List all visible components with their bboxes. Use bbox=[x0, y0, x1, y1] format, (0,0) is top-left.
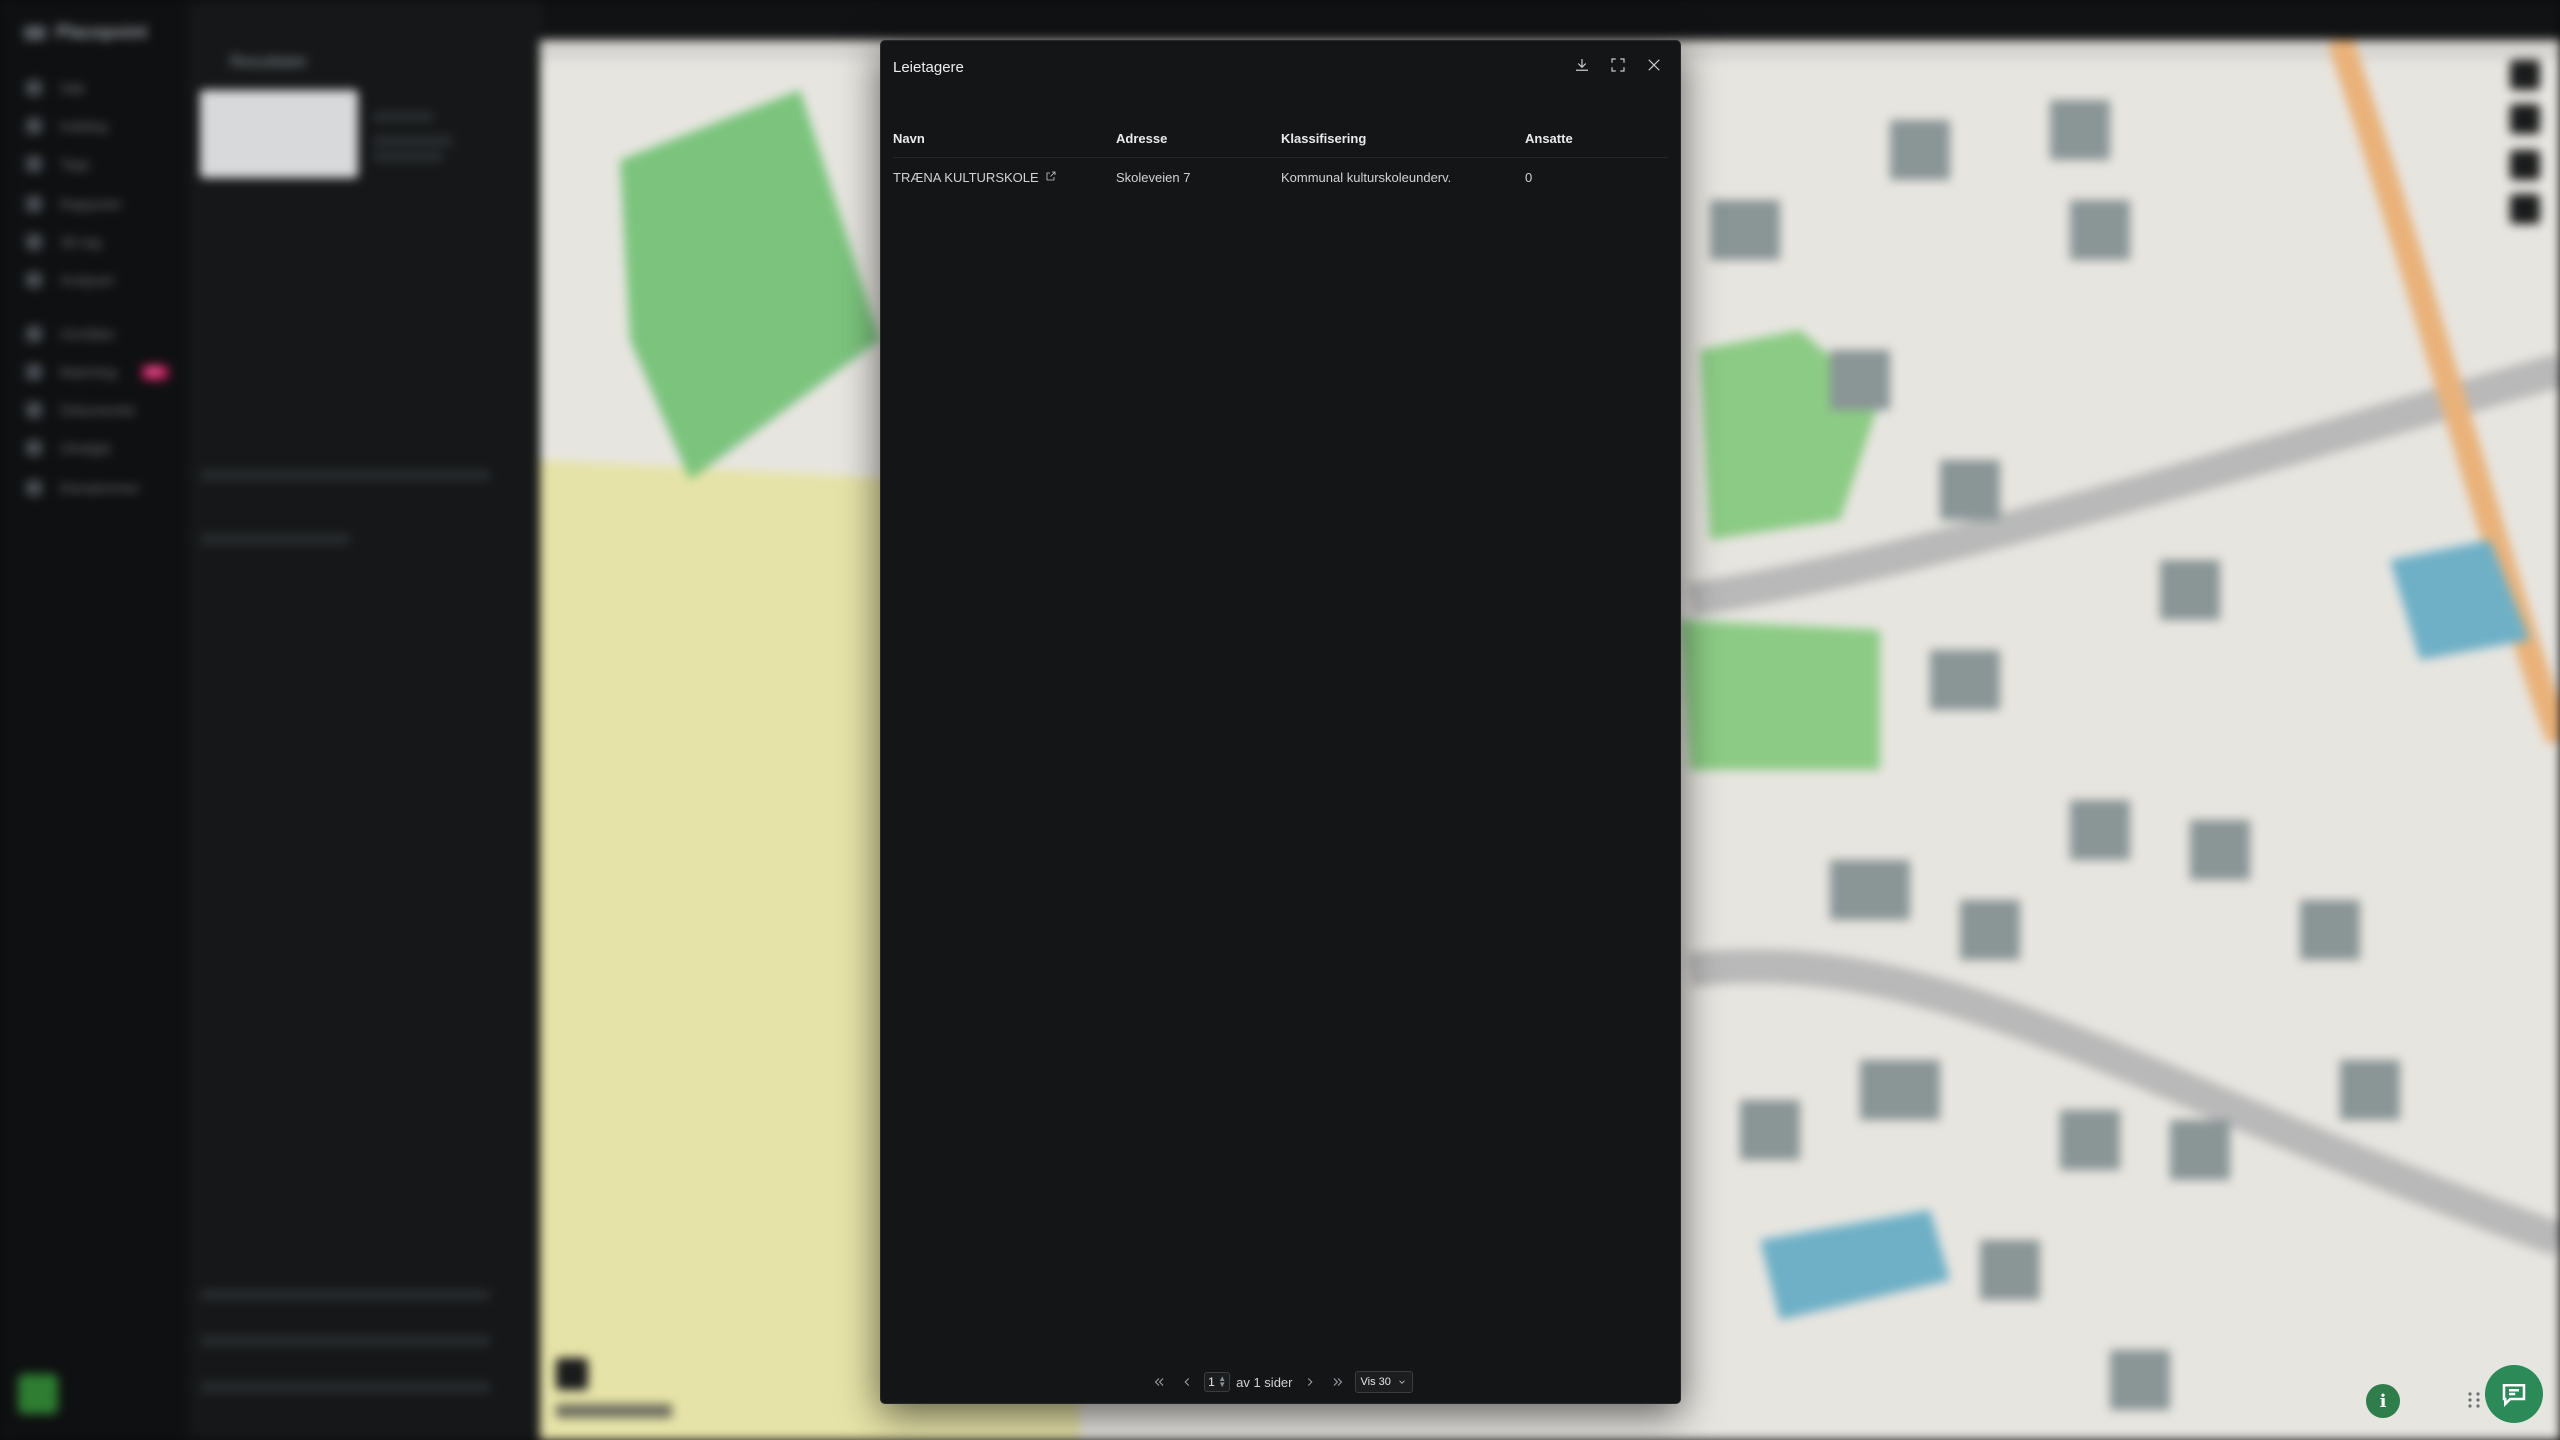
nav-item[interactable]: Utvalgte bbox=[26, 440, 111, 456]
download-icon bbox=[1576, 59, 1588, 71]
nav-icon bbox=[26, 156, 42, 172]
page-number-value: 1 bbox=[1208, 1375, 1215, 1389]
nav-icon bbox=[26, 364, 42, 380]
page-number-input[interactable]: 1 ▲ ▼ bbox=[1204, 1372, 1231, 1392]
download-button[interactable] bbox=[1568, 51, 1596, 79]
prev-page-button[interactable] bbox=[1176, 1371, 1198, 1393]
placeholder-line bbox=[373, 136, 453, 146]
map-control-button[interactable] bbox=[2510, 194, 2540, 224]
cell-adresse: Skoleveien 7 bbox=[1116, 169, 1191, 185]
nav-icon bbox=[26, 402, 42, 418]
info-icon: i bbox=[2379, 1390, 2387, 1412]
placeholder-line bbox=[200, 470, 490, 480]
nav-item[interactable]: Rapporter bbox=[26, 196, 122, 212]
nav-item[interactable]: Områder bbox=[26, 326, 115, 342]
map-layer-toggle[interactable] bbox=[556, 1358, 588, 1390]
top-bar bbox=[188, 0, 2560, 41]
pagination: 1 ▲ ▼ av 1 sider Vis 30 bbox=[881, 1371, 1680, 1393]
close-icon bbox=[1648, 59, 1660, 71]
nav-item[interactable]: Søk bbox=[26, 80, 85, 96]
nav-icon bbox=[26, 272, 42, 288]
cell-navn: TRÆNA KULTURSKOLE bbox=[893, 170, 1116, 185]
nav-icon bbox=[26, 118, 42, 134]
cell-klassifisering: Kommunal kulturskoleunderv. bbox=[1281, 169, 1452, 185]
double-chevron-right-icon bbox=[1333, 1378, 1342, 1386]
left-navigation: Placepoint Søk Katalog Tags Rapporter 3D… bbox=[0, 0, 188, 1440]
tenants-modal: Leietagere Navn Adresse Klassifisering A… bbox=[880, 40, 1681, 1404]
map-control-button[interactable] bbox=[2510, 104, 2540, 134]
nav-icon bbox=[26, 80, 42, 96]
nav-item[interactable]: Matching NY bbox=[26, 364, 169, 380]
placeholder-line bbox=[200, 1290, 490, 1300]
external-link-icon[interactable] bbox=[1045, 170, 1057, 185]
page-count-label: av 1 sider bbox=[1236, 1374, 1293, 1390]
next-page-button[interactable] bbox=[1299, 1371, 1321, 1393]
placeholder-line bbox=[373, 152, 443, 162]
first-page-button[interactable] bbox=[1148, 1371, 1170, 1393]
nav-icon bbox=[26, 196, 42, 212]
nav-icon bbox=[26, 234, 42, 250]
last-page-button[interactable] bbox=[1327, 1371, 1349, 1393]
modal-title: Leietagere bbox=[893, 59, 964, 76]
double-chevron-left-icon bbox=[1154, 1378, 1164, 1386]
fullscreen-button[interactable] bbox=[1604, 51, 1632, 79]
table-header: Navn Adresse Klassifisering Ansatte bbox=[893, 119, 1668, 158]
stepper-icon[interactable]: ▲ ▼ bbox=[1218, 1375, 1226, 1389]
nav-icon bbox=[26, 440, 42, 456]
per-page-select[interactable]: Vis 30 bbox=[1354, 1371, 1413, 1393]
nav-item[interactable]: Analyser bbox=[26, 272, 114, 288]
chevron-down-icon bbox=[1399, 1380, 1405, 1384]
chevron-right-icon bbox=[1307, 1378, 1312, 1386]
placeholder-line bbox=[373, 112, 433, 122]
nav-item[interactable]: Eiendommer bbox=[26, 480, 139, 496]
placeholder-line bbox=[200, 1336, 490, 1346]
cell-ansatte: 0 bbox=[1525, 169, 1533, 185]
placeholder-line bbox=[200, 534, 350, 544]
chevron-left-icon bbox=[1184, 1378, 1190, 1386]
nav-item[interactable]: 3D-lag bbox=[26, 234, 101, 250]
tenant-name-link[interactable]: TRÆNA KULTURSKOLE bbox=[893, 170, 1039, 185]
property-thumbnail bbox=[200, 90, 358, 178]
nav-icon bbox=[26, 326, 42, 342]
per-page-value: Vis 30 bbox=[1360, 1376, 1391, 1388]
app-logo: Placepoint bbox=[24, 22, 147, 43]
modal-actions bbox=[1568, 51, 1668, 79]
info-button[interactable]: i bbox=[2366, 1384, 2400, 1418]
side-panel: Resultater bbox=[188, 0, 541, 1440]
column-header-navn[interactable]: Navn bbox=[893, 131, 1116, 146]
user-avatar[interactable] bbox=[18, 1374, 58, 1414]
nav-item[interactable]: Dokumenter bbox=[26, 402, 136, 418]
nav-item[interactable]: Tags bbox=[26, 156, 90, 172]
map-scale-bar bbox=[556, 1404, 672, 1418]
placeholder-line bbox=[200, 1382, 490, 1392]
fullscreen-icon bbox=[1611, 58, 1625, 72]
panel-title: Resultater bbox=[230, 52, 308, 71]
column-header-klassifisering[interactable]: Klassifisering bbox=[1281, 131, 1525, 146]
column-header-adresse[interactable]: Adresse bbox=[1116, 131, 1281, 146]
map-control-button[interactable] bbox=[2510, 150, 2540, 180]
nav-item[interactable]: Katalog bbox=[26, 118, 107, 134]
column-header-ansatte[interactable]: Ansatte bbox=[1525, 131, 1668, 146]
close-button[interactable] bbox=[1640, 51, 1668, 79]
table-row[interactable]: TRÆNA KULTURSKOLE Skoleveien 7 Kommunal … bbox=[893, 158, 1668, 196]
nav-icon bbox=[26, 480, 42, 496]
logo-icon bbox=[24, 25, 46, 40]
app-name: Placepoint bbox=[56, 22, 148, 42]
new-badge: NY bbox=[140, 364, 169, 380]
drag-handle-icon[interactable] bbox=[2466, 1390, 2482, 1410]
tenants-table: Navn Adresse Klassifisering Ansatte TRÆN… bbox=[893, 119, 1668, 196]
chat-icon bbox=[2502, 1384, 2526, 1408]
chat-button[interactable] bbox=[2485, 1365, 2543, 1423]
map-control-button[interactable] bbox=[2510, 60, 2540, 90]
